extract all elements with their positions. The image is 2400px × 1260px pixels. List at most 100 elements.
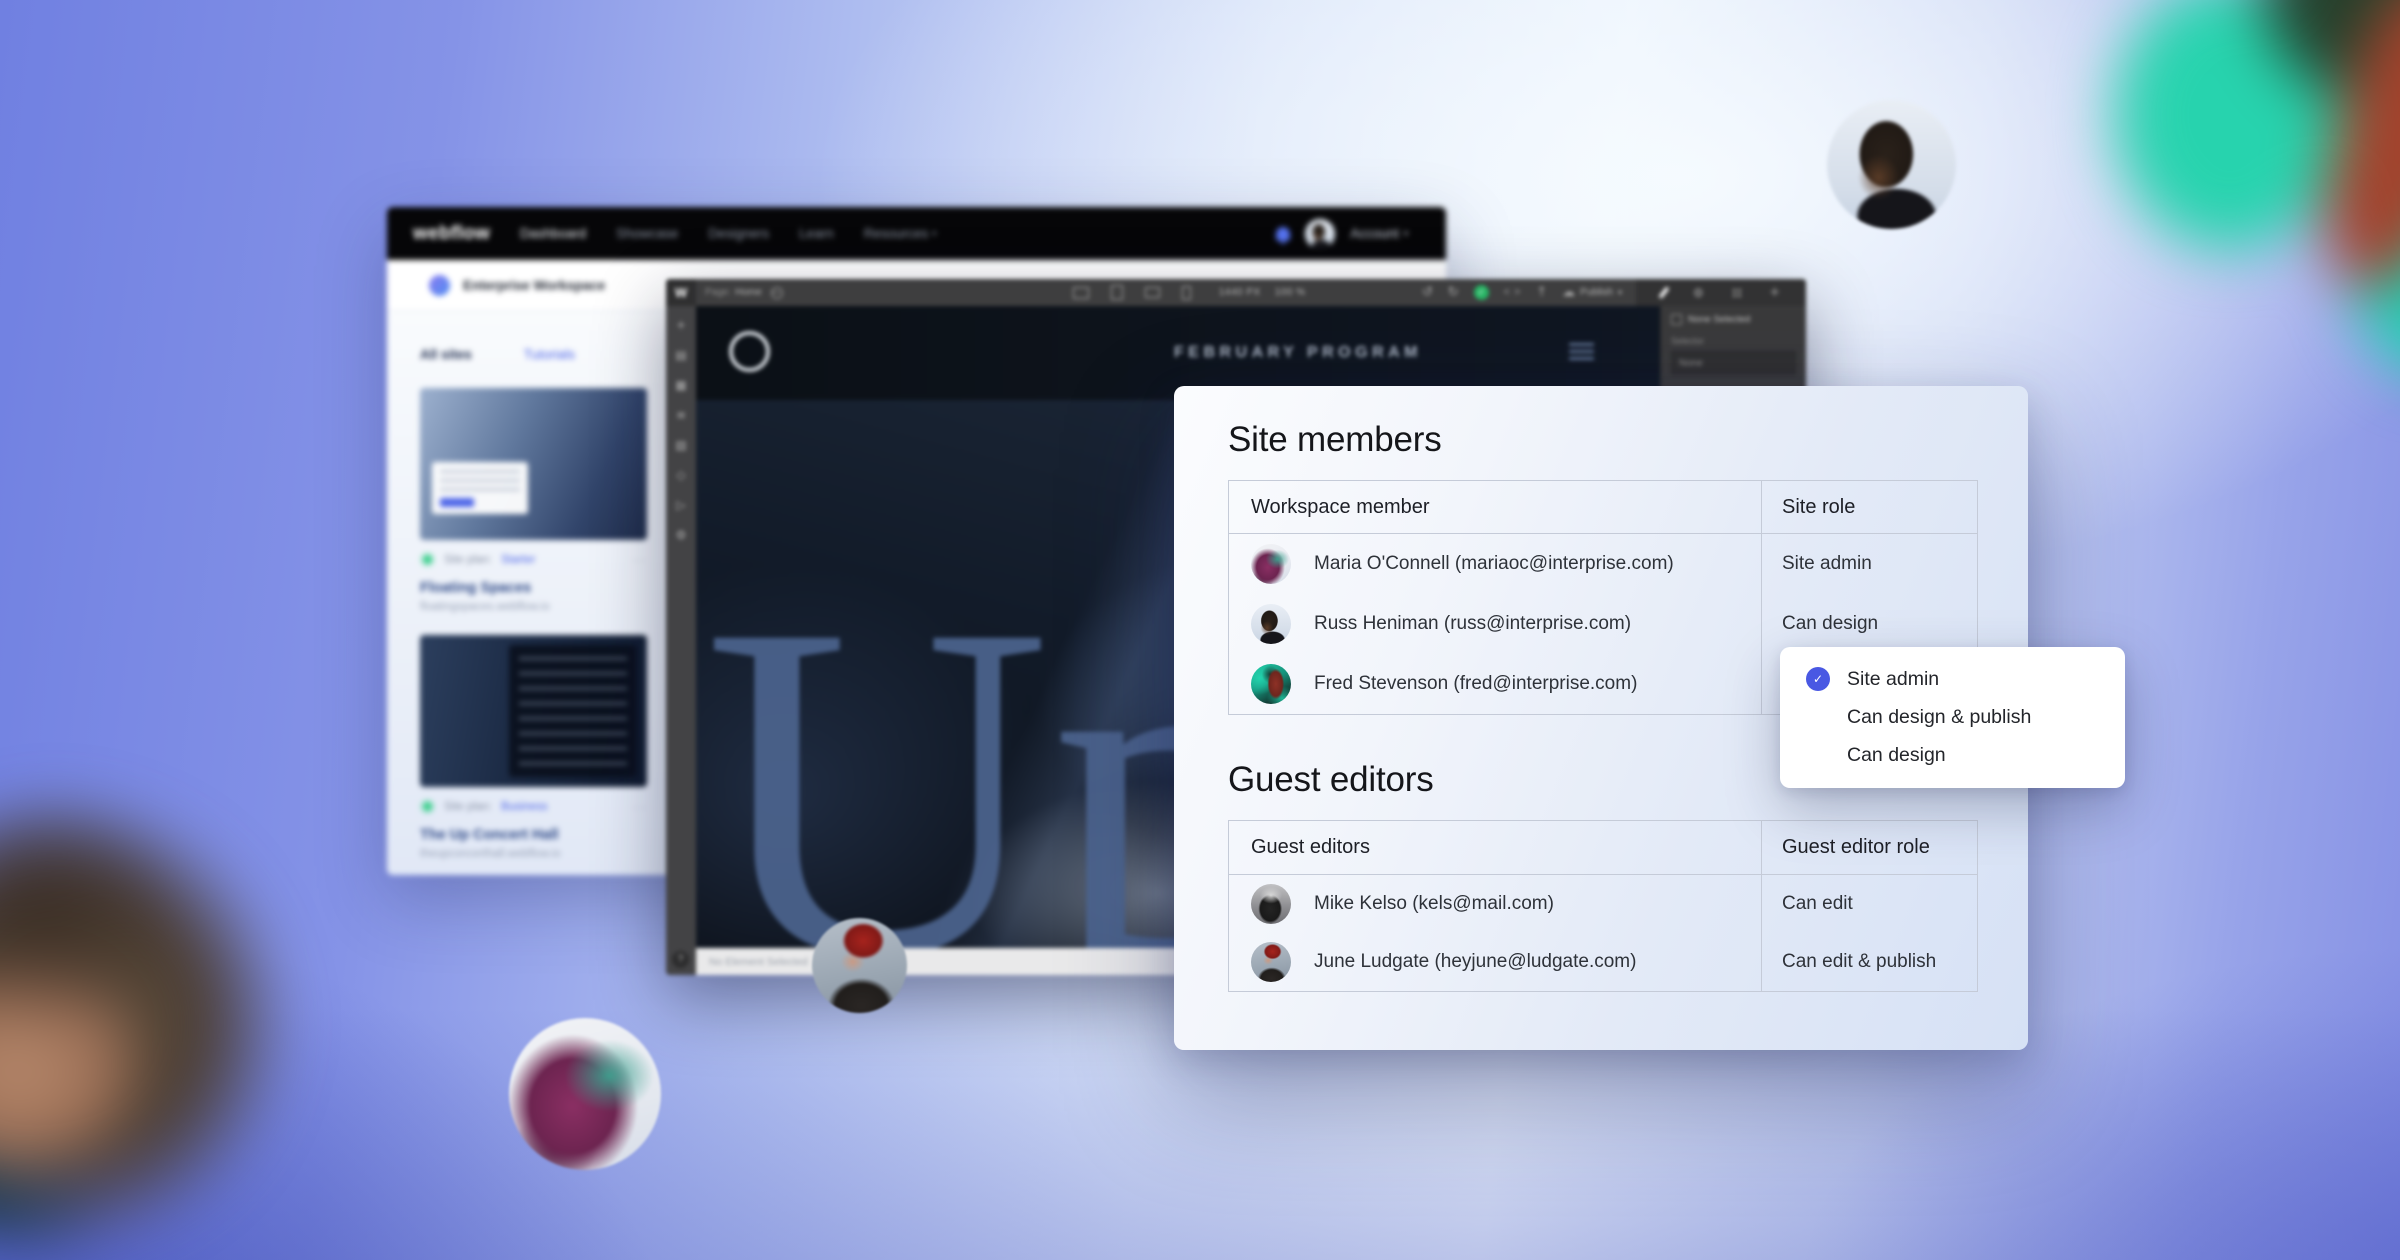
add-element-icon[interactable]: + [676, 318, 686, 332]
site-header-title: FEBRUARY PROGRAM [1174, 344, 1422, 362]
navbar-right-group: Account ▾ [1276, 219, 1408, 249]
webflow-logo[interactable]: webflow [413, 223, 490, 245]
account-label: Account [1350, 226, 1399, 241]
help-icon[interactable]: ? [672, 951, 689, 968]
designer-left-toolbar: + ▤ ▦ ≡ ▧ ◇ ▷ ⚙ [666, 306, 697, 975]
plan-link[interactable]: Business [501, 801, 548, 813]
cms-icon[interactable]: ▧ [675, 438, 686, 452]
none-selected-label: None Selected [1688, 314, 1750, 325]
tablet-breakpoint-icon[interactable] [1111, 285, 1123, 300]
dropdown-item-site-admin[interactable]: ✓ Site admin [1806, 660, 2125, 698]
redo-icon[interactable]: ↻ [1448, 285, 1459, 300]
mobile-breakpoint-icon[interactable] [1182, 286, 1191, 300]
more-options-icon[interactable]: ··· [632, 553, 647, 567]
thumbnail-text-lines [519, 657, 627, 767]
nav-item-resources[interactable]: Resources▾ [864, 226, 937, 241]
landscape-breakpoint-icon[interactable] [1145, 287, 1160, 298]
desktop-breakpoint-icon[interactable] [1073, 287, 1089, 299]
account-menu[interactable]: Account ▾ [1350, 226, 1408, 241]
site-card: Site plan: Business ··· The Up Concert H… [420, 635, 647, 860]
site-meta-row: Site plan: Starter ··· [420, 552, 647, 567]
selector-input[interactable]: None [1671, 351, 1796, 375]
dropdown-item-can-design[interactable]: Can design [1806, 736, 2125, 774]
role-cell[interactable]: Can edit [1762, 875, 1977, 933]
dropdown-item-label: Can design & publish [1847, 706, 2031, 729]
add-panel-icon[interactable]: + [1769, 285, 1780, 300]
webflow-w-logo[interactable]: W [666, 279, 696, 306]
tab-tutorials[interactable]: Tutorials [524, 347, 575, 362]
plan-status-icon [420, 799, 435, 814]
role-cell[interactable]: Site admin [1762, 534, 1977, 594]
workspace-name[interactable]: Enterprise Workspace [463, 278, 605, 293]
settings-gear-icon[interactable]: ⚙ [1693, 286, 1704, 300]
site-settings-icon[interactable]: ⚙ [676, 528, 687, 542]
undo-icon[interactable]: ↺ [1422, 285, 1433, 300]
check-placeholder [1806, 743, 1830, 767]
video-icon[interactable]: ▷ [676, 498, 685, 512]
site-subtitle: theupconcerthall.webflow.io [420, 848, 647, 860]
site-title[interactable]: Floating Spaces [420, 580, 647, 596]
chevron-down-icon: ▾ [1618, 288, 1622, 297]
share-export-icon[interactable]: ↑ [1536, 285, 1547, 300]
blurred-avatar-blob-top-right [2115, 0, 2400, 430]
site-list: Site plan: Starter ··· Floating Spaces f… [420, 388, 647, 860]
navigator-icon[interactable]: ▦ [675, 378, 686, 392]
avatar [1251, 604, 1291, 644]
member-display: Maria O'Connell (mariaoc@interprise.com) [1314, 553, 1674, 575]
site-thumbnail[interactable] [420, 388, 647, 540]
table-row-member: Russ Heniman (russ@interprise.com) [1229, 594, 1762, 654]
selection-row: None Selected [1671, 314, 1796, 325]
hamburger-menu-icon[interactable] [1569, 343, 1594, 364]
nav-item-designers[interactable]: Designers [708, 226, 769, 241]
avatar [1251, 942, 1291, 982]
column-header-workspace-member: Workspace member [1229, 481, 1762, 534]
breakpoint-switcher [1073, 285, 1191, 300]
table-row-guest: Mike Kelso (kels@mail.com) [1229, 875, 1762, 933]
nav-item-learn[interactable]: Learn [799, 226, 834, 241]
column-header-guest-editor-role: Guest editor role [1762, 821, 1977, 875]
assets-icon[interactable]: ◇ [676, 468, 685, 482]
globe-icon [771, 287, 783, 299]
nav-item-showcase[interactable]: Showcase [616, 226, 678, 241]
plan-link[interactable]: Starter [501, 554, 536, 566]
check-placeholder [1806, 705, 1830, 729]
more-options-icon[interactable]: ··· [632, 800, 647, 814]
page-selector[interactable]: Page: Home [705, 287, 783, 299]
dropdown-item-can-design-publish[interactable]: Can design & publish [1806, 698, 2125, 736]
components-icon[interactable]: ≡ [676, 408, 686, 422]
saved-check-icon: ✓ [1474, 285, 1489, 300]
site-title[interactable]: The Up Concert Hall [420, 827, 647, 843]
site-thumbnail[interactable] [420, 635, 647, 787]
topbar-actions: ↺ ↻ ✓ < > ↑ ☁ Publish ▾ [1422, 285, 1636, 300]
nav-item-dashboard[interactable]: Dashboard [520, 226, 586, 241]
chevron-down-icon: ▾ [1404, 229, 1408, 238]
table-row-member: Maria O'Connell (mariaoc@interprise.com) [1229, 534, 1762, 594]
canvas-zoom-value[interactable]: 100 % [1275, 287, 1306, 298]
publish-label: Publish [1580, 287, 1613, 298]
nav-item-resources-label: Resources [864, 226, 929, 241]
plan-status-icon [420, 552, 435, 567]
publish-button[interactable]: ☁ Publish ▾ [1562, 285, 1622, 300]
canvas-width-value[interactable]: 1440 PX [1219, 287, 1261, 298]
page-prefix: Page: [705, 287, 731, 298]
checkbox-icon[interactable] [1671, 314, 1682, 325]
workspace-icon [429, 275, 450, 296]
column-header-site-role: Site role [1762, 481, 1977, 534]
tab-all-sites[interactable]: All sites [420, 347, 472, 362]
selector-label: Selector [1671, 336, 1796, 346]
marketing-composite: webflow Dashboard Showcase Designers Lea… [0, 0, 2400, 1260]
site-members-title: Site members [1228, 420, 1978, 458]
notifications-bell-icon[interactable] [1276, 227, 1290, 241]
column-header-guest-editors: Guest editors [1229, 821, 1762, 875]
account-avatar[interactable] [1305, 219, 1335, 249]
interactions-icon[interactable] [1732, 288, 1742, 298]
code-export-icon[interactable]: < > [1504, 287, 1521, 298]
role-cell[interactable]: Can design [1762, 594, 1977, 654]
role-cell[interactable]: Can edit & publish [1762, 933, 1977, 991]
floating-avatar-man [1827, 100, 1956, 229]
dashboard-navbar: webflow Dashboard Showcase Designers Lea… [387, 207, 1446, 260]
thumbnail-button-chip [440, 498, 474, 507]
thumbnail-text-lines [440, 470, 520, 492]
pages-icon[interactable]: ▤ [675, 348, 686, 362]
style-brush-icon[interactable] [1658, 286, 1669, 298]
